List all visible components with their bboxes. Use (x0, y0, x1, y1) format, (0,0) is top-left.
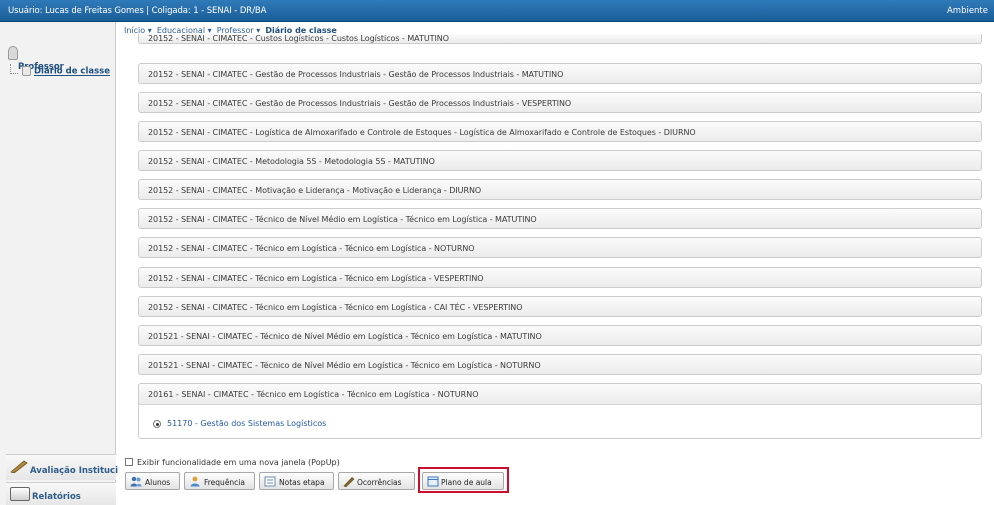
class-row[interactable]: 20152 - SENAI - CIMATEC - Gestão de Proc… (138, 92, 982, 113)
class-row-label: 20152 - SENAI - CIMATEC - Motivação e Li… (148, 186, 482, 195)
class-row[interactable]: 20152 - SENAI - CIMATEC - Metodologia 5S… (138, 150, 982, 171)
ocorrencias-button[interactable]: Ocorrências (338, 472, 415, 490)
attendance-icon (190, 476, 200, 487)
class-row[interactable]: 20161 - SENAI - CIMATEC - Técnico em Log… (139, 384, 981, 405)
highlight-box (418, 467, 509, 493)
sidebar-item-label: Diário de classe (34, 66, 110, 77)
top-bar: Usuário: Lucas de Freitas Gomes | Coliga… (0, 0, 994, 22)
class-row[interactable]: 20152 - SENAI - CIMATEC - Técnico de Nív… (138, 208, 982, 229)
class-list: 20152 - SENAI - CIMATEC - Custos Logísti… (124, 34, 982, 444)
class-row-expanded: 20161 - SENAI - CIMATEC - Técnico em Log… (138, 383, 982, 439)
popup-label: Exibir funcionalidade em uma nova janela… (137, 458, 340, 467)
class-row[interactable]: 20152 - SENAI - CIMATEC - Custos Logísti… (138, 34, 982, 44)
class-row-label: 20152 - SENAI - CIMATEC - Técnico em Log… (148, 244, 475, 253)
popup-checkbox[interactable] (125, 458, 133, 466)
notas-etapa-button[interactable]: Notas etapa (259, 472, 334, 490)
class-row-label: 201521 - SENAI - CIMATEC - Técnico de Ní… (148, 361, 541, 370)
sidebar-panel-label: Relatórios (32, 492, 81, 502)
ocorrencias-label: Ocorrências (357, 478, 402, 487)
class-row-label: 20152 - SENAI - CIMATEC - Técnico de Nív… (148, 215, 537, 224)
tree-connector (10, 64, 18, 74)
pen-icon (10, 460, 28, 473)
sidebar-panel-avaliacao[interactable]: Avaliação Instituci (6, 454, 119, 480)
class-row[interactable]: 20152 - SENAI - CIMATEC - Técnico em Log… (138, 237, 982, 258)
document-icon (22, 66, 31, 76)
pen-icon (343, 477, 355, 487)
class-row-label: 20152 - SENAI - CIMATEC - Gestão de Proc… (148, 70, 564, 79)
class-row-label: 20161 - SENAI - CIMATEC - Técnico em Log… (148, 390, 479, 399)
frequencia-label: Frequência (204, 478, 245, 487)
alunos-label: Alunos (145, 478, 171, 487)
class-row-label: 20152 - SENAI - CIMATEC - Técnico em Log… (148, 303, 523, 312)
class-row[interactable]: 20152 - SENAI - CIMATEC - Motivação e Li… (138, 179, 982, 200)
class-row[interactable]: 201521 - SENAI - CIMATEC - Técnico de Ní… (138, 354, 982, 375)
class-row[interactable]: 20152 - SENAI - CIMATEC - Técnico em Log… (138, 296, 982, 317)
popup-option[interactable]: Exibir funcionalidade em uma nova janela… (125, 458, 340, 467)
class-row[interactable]: 20152 - SENAI - CIMATEC - Logística de A… (138, 121, 982, 142)
notas-etapa-label: Notas etapa (279, 478, 325, 487)
class-row-label: 201521 - SENAI - CIMATEC - Técnico de Ní… (148, 332, 542, 341)
alunos-button[interactable]: Alunos (125, 472, 180, 490)
class-row[interactable]: 20152 - SENAI - CIMATEC - Técnico em Log… (138, 267, 982, 288)
subject-link[interactable]: 51170 - Gestão dos Sistemas Logísticos (167, 419, 326, 428)
class-row-label: 20152 - SENAI - CIMATEC - Custos Logísti… (148, 34, 449, 43)
class-row[interactable]: 201521 - SENAI - CIMATEC - Técnico de Ní… (138, 325, 982, 346)
sidebar-section-professor[interactable]: Professor (8, 46, 64, 72)
class-row-label: 20152 - SENAI - CIMATEC - Gestão de Proc… (148, 99, 572, 108)
grades-icon (264, 476, 276, 487)
environment-link[interactable]: Ambiente (947, 6, 988, 16)
report-icon (10, 487, 30, 501)
class-row-label: 20152 - SENAI - CIMATEC - Logística de A… (148, 128, 696, 137)
sidebar-panel-label: Avaliação Instituci (30, 466, 119, 476)
sidebar-item-diario-de-classe[interactable]: Diário de classe (22, 66, 110, 77)
subject-radio[interactable] (153, 420, 161, 428)
professor-icon (8, 46, 18, 60)
class-row[interactable]: 20152 - SENAI - CIMATEC - Gestão de Proc… (138, 63, 982, 84)
students-icon (130, 476, 142, 487)
user-info: Usuário: Lucas de Freitas Gomes | Coliga… (8, 6, 267, 16)
class-row-label: 20152 - SENAI - CIMATEC - Metodologia 5S… (148, 157, 435, 166)
sidebar: Professor Diário de classe Avaliação Ins… (0, 22, 119, 505)
frequencia-button[interactable]: Frequência (184, 472, 255, 490)
sidebar-panel-relatorios[interactable]: Relatórios (6, 482, 116, 505)
class-row-label: 20152 - SENAI - CIMATEC - Técnico em Log… (148, 274, 484, 283)
